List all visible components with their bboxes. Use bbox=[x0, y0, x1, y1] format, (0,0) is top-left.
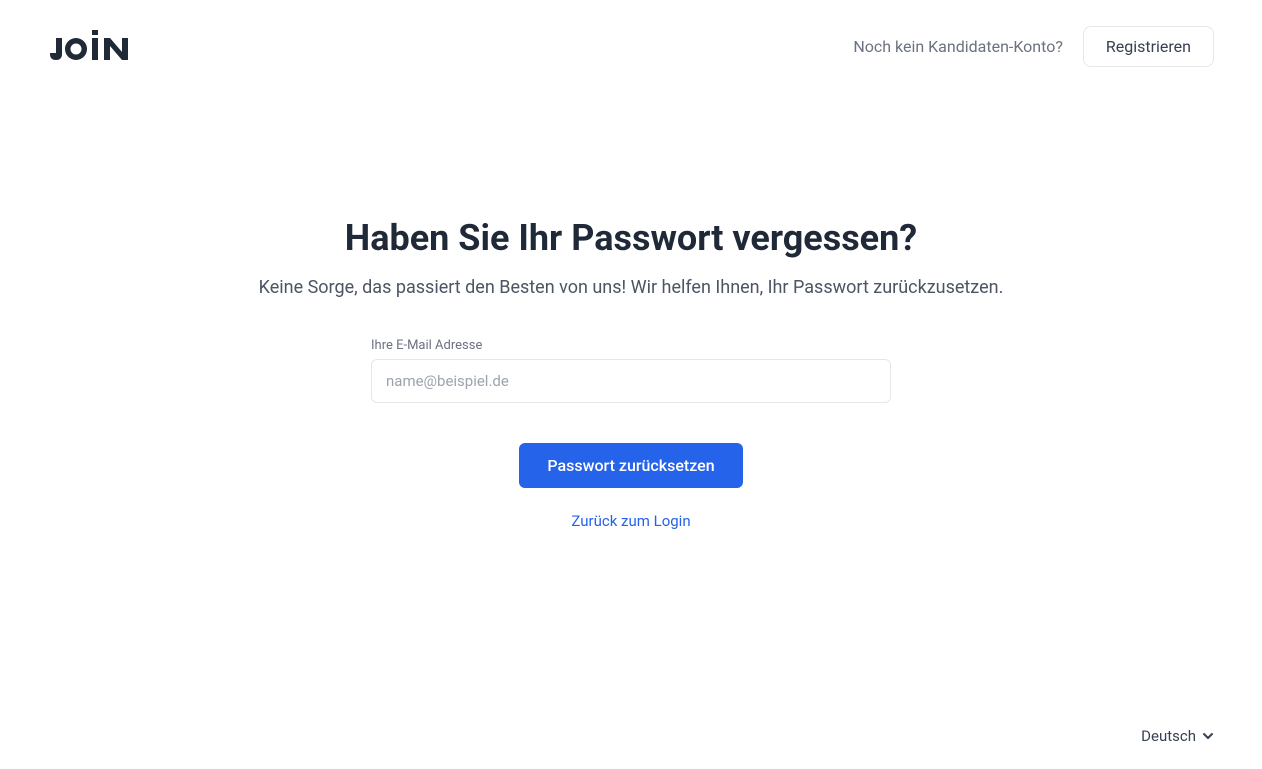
no-account-text: Noch kein Kandidaten-Konto? bbox=[853, 37, 1063, 56]
chevron-down-icon bbox=[1202, 730, 1214, 742]
language-selector[interactable]: Deutsch bbox=[1141, 727, 1214, 745]
page-header: Noch kein Kandidaten-Konto? Registrieren bbox=[0, 0, 1262, 67]
reset-password-form: Ihre E-Mail Adresse Passwort zurücksetze… bbox=[371, 338, 891, 530]
reset-password-button[interactable]: Passwort zurücksetzen bbox=[519, 443, 742, 488]
register-button[interactable]: Registrieren bbox=[1083, 26, 1214, 67]
page-title: Haben Sie Ihr Passwort vergessen? bbox=[20, 217, 1242, 259]
back-to-login-link[interactable]: Zurück zum Login bbox=[371, 512, 891, 530]
logo[interactable] bbox=[48, 30, 140, 64]
header-right: Noch kein Kandidaten-Konto? Registrieren bbox=[853, 26, 1214, 67]
email-label: Ihre E-Mail Adresse bbox=[371, 338, 891, 353]
page-subtitle: Keine Sorge, das passiert den Besten von… bbox=[20, 277, 1242, 298]
language-label: Deutsch bbox=[1141, 727, 1196, 745]
email-input[interactable] bbox=[371, 359, 891, 403]
main-content: Haben Sie Ihr Passwort vergessen? Keine … bbox=[0, 217, 1262, 530]
